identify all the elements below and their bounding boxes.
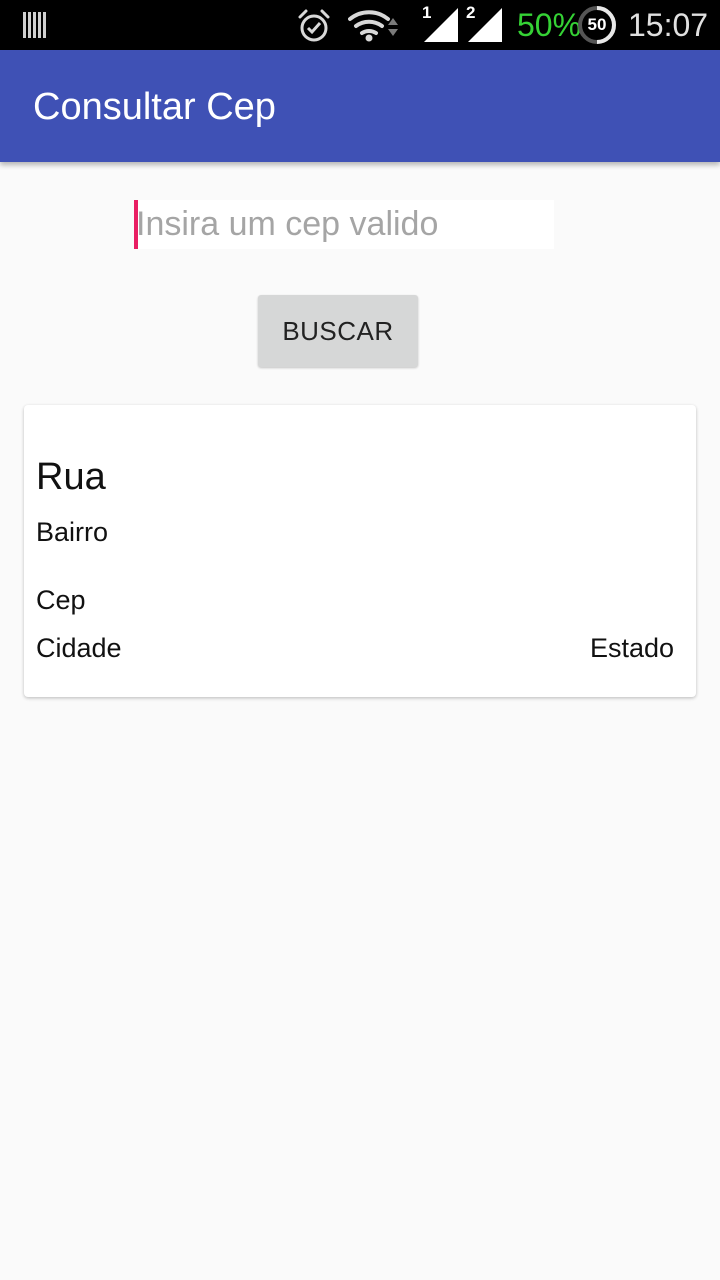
battery-circle-value: 50	[587, 15, 607, 34]
battery-circle-icon: 50	[577, 5, 617, 45]
sim1-label: 1	[422, 3, 432, 22]
street-label: Rua	[36, 456, 106, 498]
app-title: Consultar Cep	[33, 86, 276, 128]
cep-input[interactable]	[136, 200, 550, 249]
status-time: 15:07	[628, 7, 709, 43]
wifi-icon	[348, 10, 398, 42]
signal-sim2-icon: 2	[464, 3, 504, 43]
app-bar: Consultar Cep	[0, 50, 720, 162]
battery-percent: 50%	[517, 7, 582, 43]
zipcode-label: Cep	[36, 585, 86, 615]
status-bar: 1 2 50% 50 15:07	[0, 0, 720, 50]
address-result-card: Rua Bairro Cep Cidade Estado	[24, 405, 696, 697]
search-button[interactable]: BUSCAR	[258, 295, 418, 367]
city-label: Cidade	[36, 633, 122, 663]
state-label: Estado	[589, 633, 674, 663]
neighborhood-label: Bairro	[36, 517, 109, 547]
sim2-label: 2	[466, 3, 476, 22]
cep-input-container[interactable]	[134, 200, 554, 249]
app-screen: 1 2 50% 50 15:07 Consultar Cep BUSCAR Ru…	[0, 0, 720, 1280]
alarm-icon	[298, 9, 330, 42]
signal-sim1-icon: 1	[420, 3, 460, 43]
notification-bars-icon	[23, 12, 46, 38]
